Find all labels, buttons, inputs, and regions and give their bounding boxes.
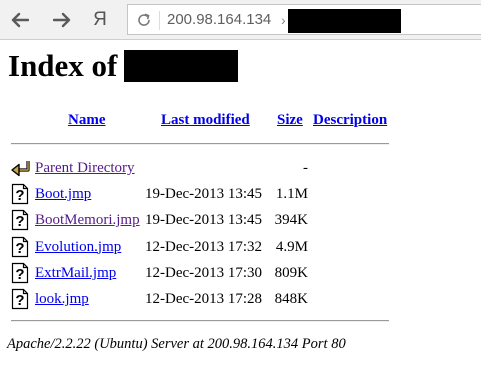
file-row: ? Evolution.jmp 12-Dec-2013 17:32 4.9M	[0, 236, 481, 258]
unknown-file-icon: ?	[11, 236, 29, 257]
redacted-directory-name	[124, 50, 238, 82]
file-link[interactable]: Boot.jmp	[35, 185, 91, 203]
file-last-modified: 19-Dec-2013 13:45	[145, 186, 263, 202]
file-link[interactable]: look.jmp	[35, 290, 89, 308]
parent-directory-link[interactable]: Parent Directory	[35, 159, 135, 177]
file-row: ? look.jmp 12-Dec-2013 17:28 848K	[0, 288, 481, 310]
reload-icon[interactable]	[136, 12, 152, 28]
file-last-modified: 19-Dec-2013 13:45	[145, 212, 263, 229]
back-folder-icon	[11, 161, 30, 177]
redacted-url-path	[288, 9, 401, 33]
forward-button[interactable]	[51, 9, 73, 31]
column-header-description[interactable]: Description	[313, 111, 387, 129]
file-size: 394K	[274, 212, 308, 229]
unknown-file-icon: ?	[11, 289, 29, 310]
file-last-modified: 12-Dec-2013 17:32	[145, 238, 263, 255]
back-button[interactable]	[9, 9, 31, 31]
header-divider	[11, 143, 389, 145]
column-header-last-modified[interactable]: Last modified	[161, 111, 250, 129]
file-row: ? ExtrMail.jmp 12-Dec-2013 17:30 809K	[0, 262, 481, 284]
parent-size: -	[303, 160, 308, 176]
file-link[interactable]: Evolution.jmp	[35, 238, 121, 256]
page-title: Index of	[8, 48, 118, 83]
address-bar[interactable]: 200.98.164.134 ›	[127, 4, 481, 35]
server-signature: Apache/2.2.22 (Ubuntu) Server at 200.98.…	[7, 336, 346, 352]
file-size: 848K	[274, 291, 308, 308]
column-header-size[interactable]: Size	[277, 111, 303, 129]
file-size: 809K	[274, 264, 308, 281]
file-last-modified: 12-Dec-2013 17:30	[145, 264, 263, 281]
yandex-button[interactable]: Я	[89, 9, 111, 31]
unknown-file-icon: ?	[11, 262, 29, 283]
column-header-name[interactable]: Name	[68, 111, 106, 129]
url-path-separator: ›	[281, 12, 286, 28]
unknown-file-icon: ?	[11, 210, 29, 231]
svg-text:?: ?	[15, 187, 24, 204]
address-divider	[159, 11, 160, 30]
parent-directory-row: Parent Directory -	[0, 157, 481, 179]
svg-text:?: ?	[15, 292, 24, 309]
browser-toolbar: Я 200.98.164.134 ›	[0, 0, 481, 40]
footer-divider	[11, 320, 389, 322]
url-text[interactable]: 200.98.164.134	[167, 11, 271, 29]
svg-text:?: ?	[15, 240, 24, 257]
file-last-modified: 12-Dec-2013 17:28	[145, 291, 263, 308]
file-size: 1.1M	[275, 186, 308, 202]
file-row: ? BootMemori.jmp 19-Dec-2013 13:45 394K	[0, 209, 481, 231]
arrow-right-icon	[53, 12, 71, 28]
file-row: ? Boot.jmp 19-Dec-2013 13:45 1.1M	[0, 183, 481, 205]
svg-text:?: ?	[15, 213, 24, 230]
file-size: 4.9M	[275, 238, 308, 255]
file-link[interactable]: BootMemori.jmp	[35, 211, 140, 229]
unknown-file-icon: ?	[11, 183, 29, 205]
arrow-left-icon	[11, 12, 29, 28]
file-link[interactable]: ExtrMail.jmp	[35, 264, 116, 282]
svg-text:?: ?	[15, 266, 24, 283]
